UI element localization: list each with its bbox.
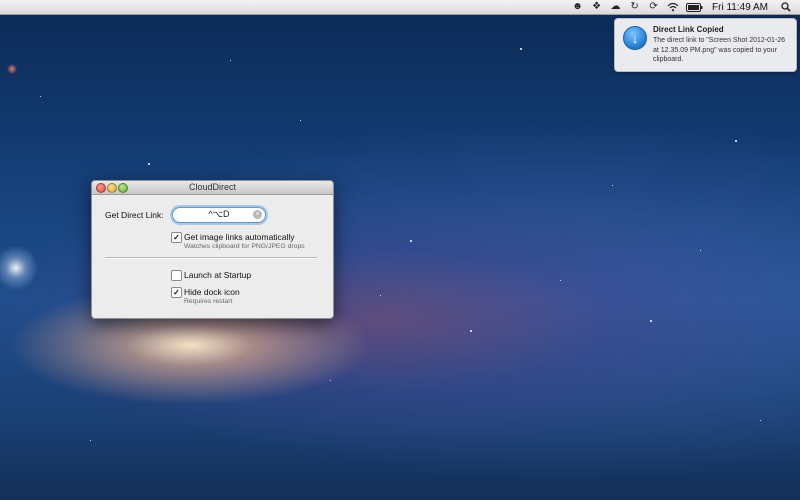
cloud-icon[interactable]: ☁: [609, 1, 622, 13]
launch-at-startup-checkbox[interactable]: [171, 270, 182, 281]
spotlight-icon[interactable]: [779, 1, 792, 13]
notification-message: The direct link to "Screen Shot 2012-01-…: [653, 37, 786, 63]
download-arrow-icon: ↓: [623, 26, 647, 50]
window-title: CloudDirect: [188, 182, 237, 192]
launch-at-startup-label[interactable]: Launch at Startup: [184, 270, 251, 280]
shortcut-value: ^⌥D: [208, 209, 230, 219]
window-titlebar[interactable]: CloudDirect: [92, 181, 333, 195]
wifi-icon[interactable]: [666, 1, 679, 13]
auto-links-description: Watches clipboard for PNG/JPEG drops: [184, 243, 305, 250]
menu-clock[interactable]: Fri 11:49 AM: [712, 2, 768, 13]
menu-bar: ☻ ❖ ☁ ↻ ⟳ Fri 11:49 AM: [0, 0, 800, 15]
growl-notification[interactable]: ↓ Direct Link Copied The direct link to …: [614, 18, 797, 72]
hide-dock-icon-label[interactable]: Hide dock icon: [184, 287, 240, 297]
battery-icon[interactable]: [685, 1, 703, 13]
auto-links-label[interactable]: Get image links automatically: [184, 232, 295, 242]
refresh-icon[interactable]: ⟳: [647, 1, 660, 13]
get-direct-link-label: Get Direct Link:: [105, 210, 164, 220]
shortcut-recorder-field[interactable]: ^⌥D ×: [172, 207, 266, 223]
hide-dock-icon-checkbox[interactable]: ✓: [171, 287, 182, 298]
cat-icon[interactable]: ☻: [571, 1, 584, 13]
clouddirect-window: CloudDirect Get Direct Link: ^⌥D × ✓ Get…: [91, 180, 334, 319]
notification-title: Direct Link Copied: [653, 25, 724, 34]
auto-links-checkbox[interactable]: ✓: [171, 232, 182, 243]
sync-icon[interactable]: ↻: [628, 1, 641, 13]
clear-shortcut-icon[interactable]: ×: [253, 210, 262, 219]
hide-dock-icon-description: Requires restart: [184, 298, 233, 305]
dropbox-icon[interactable]: ❖: [590, 1, 603, 13]
separator: [105, 257, 317, 259]
